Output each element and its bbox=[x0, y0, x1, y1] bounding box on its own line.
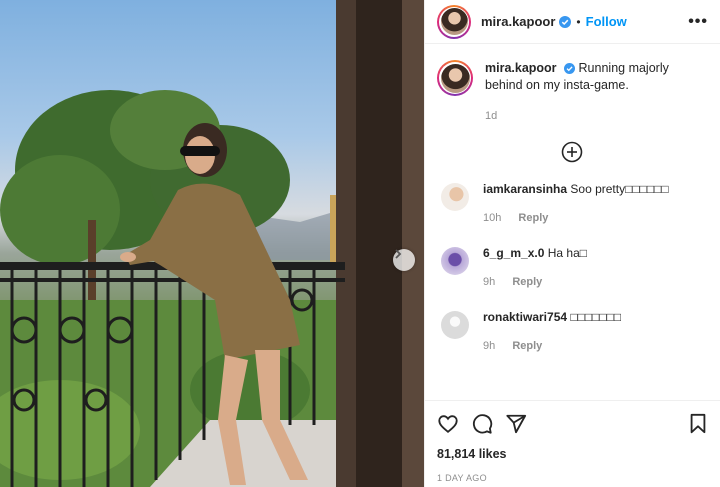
commenter-avatar[interactable] bbox=[441, 311, 469, 339]
comment-text: □□□□□□□ bbox=[570, 310, 622, 324]
like-button[interactable] bbox=[437, 413, 459, 435]
commenter-username[interactable]: ronaktiwari754 bbox=[483, 310, 567, 324]
comment-button[interactable] bbox=[471, 413, 493, 435]
separator-dot: • bbox=[576, 14, 581, 29]
post-footer: 81,814 likes 1 DAY AGO bbox=[425, 400, 720, 487]
author-username[interactable]: mira.kapoor bbox=[481, 14, 555, 29]
author-avatar[interactable] bbox=[437, 4, 471, 39]
commenter-username[interactable]: iamkaransinha bbox=[483, 182, 567, 196]
verified-badge-icon bbox=[564, 63, 576, 74]
paper-plane-icon bbox=[506, 414, 527, 434]
load-more-comments-button[interactable] bbox=[437, 141, 706, 163]
caption-timestamp: 1d bbox=[485, 110, 498, 122]
comment-bubble-icon bbox=[472, 414, 493, 434]
comment-item: ronaktiwari754 □□□□□□□ 9h Reply bbox=[437, 309, 706, 355]
action-bar bbox=[437, 401, 708, 447]
reply-button[interactable]: Reply bbox=[512, 276, 542, 288]
comment-item: iamkaransinha Soo pretty□□□□□□ 10h Reply bbox=[437, 181, 706, 227]
heart-icon bbox=[438, 415, 458, 433]
reply-button[interactable]: Reply bbox=[512, 340, 542, 352]
comment-time: 10h bbox=[483, 212, 502, 224]
comments-section[interactable]: mira.kapoor Running majorly behind on my… bbox=[425, 44, 720, 400]
follow-button[interactable]: Follow bbox=[586, 14, 627, 29]
bookmark-icon bbox=[690, 413, 706, 434]
commenter-avatar[interactable] bbox=[441, 183, 469, 211]
comment-time: 9h bbox=[483, 340, 496, 352]
post-caption: mira.kapoor Running majorly behind on my… bbox=[437, 60, 706, 125]
next-photo-button[interactable] bbox=[393, 249, 415, 271]
save-button[interactable] bbox=[688, 413, 708, 435]
chevron-right-icon bbox=[395, 249, 402, 259]
like-count[interactable]: 81,814 likes bbox=[437, 447, 708, 461]
comment-text: Soo pretty□□□□□□ bbox=[570, 182, 669, 196]
comment-item: 6_g_m_x.0 Ha ha□ 9h Reply bbox=[437, 245, 706, 291]
share-button[interactable] bbox=[505, 413, 527, 435]
comment-time: 9h bbox=[483, 276, 496, 288]
reply-button[interactable]: Reply bbox=[518, 212, 548, 224]
caption-avatar[interactable] bbox=[437, 60, 473, 96]
commenter-avatar[interactable] bbox=[441, 247, 469, 275]
commenter-username[interactable]: 6_g_m_x.0 bbox=[483, 246, 544, 260]
post-header: mira.kapoor • Follow ••• bbox=[425, 0, 720, 44]
post-side-panel: mira.kapoor • Follow ••• mira.kapoor Run… bbox=[424, 0, 720, 487]
post-photo bbox=[0, 0, 424, 487]
comment-text: Ha ha□ bbox=[547, 246, 588, 260]
caption-username[interactable]: mira.kapoor bbox=[485, 61, 557, 75]
post-time: 1 DAY AGO bbox=[437, 473, 487, 483]
more-options-button[interactable]: ••• bbox=[688, 13, 708, 31]
verified-badge-icon bbox=[559, 15, 572, 28]
photo-scene bbox=[0, 0, 424, 487]
add-circle-icon bbox=[561, 141, 582, 163]
